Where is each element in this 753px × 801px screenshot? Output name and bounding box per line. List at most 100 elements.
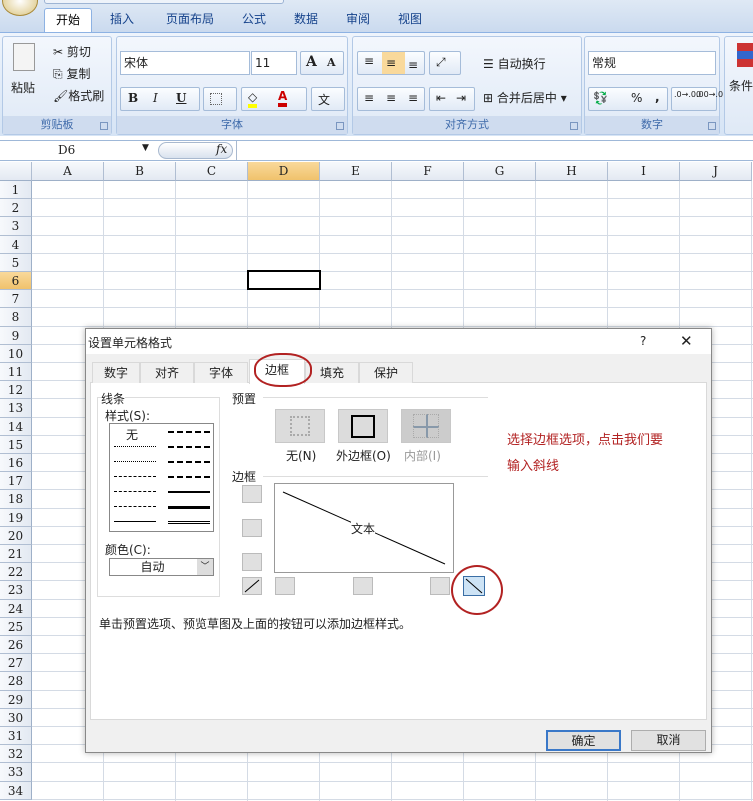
line-style-option[interactable] xyxy=(114,446,156,447)
row-header-15[interactable]: 15 xyxy=(0,435,32,454)
currency-icon[interactable]: 💱 xyxy=(593,91,608,105)
row-header-18[interactable]: 18 xyxy=(0,490,32,509)
diagonal-up-button[interactable] xyxy=(242,577,262,595)
column-header-I[interactable]: I xyxy=(608,162,680,181)
row-header-19[interactable]: 19 xyxy=(0,508,32,527)
row-header-2[interactable]: 2 xyxy=(0,199,32,218)
top-border-button[interactable] xyxy=(242,485,262,503)
comma-button[interactable]: , xyxy=(655,90,660,104)
line-style-option[interactable] xyxy=(114,461,156,462)
chevron-down-icon[interactable]: ﹀ xyxy=(197,559,213,575)
vertical-align-buttons[interactable]: ≡ ≡ ≡ xyxy=(357,51,425,75)
column-header-F[interactable]: F xyxy=(392,162,464,181)
tab-data[interactable]: 数据 xyxy=(284,8,328,32)
ok-button[interactable]: 确定 xyxy=(546,730,621,751)
number-format-select[interactable]: 常规 xyxy=(588,51,716,75)
vertical-center-border-button[interactable] xyxy=(353,577,373,595)
font-color-icon[interactable]: A xyxy=(278,89,288,107)
row-header-31[interactable]: 31 xyxy=(0,727,32,746)
horizontal-align-buttons[interactable]: ≡ ≡ ≡ xyxy=(357,87,425,111)
column-header-J[interactable]: J xyxy=(680,162,752,181)
row-header-11[interactable]: 11 xyxy=(0,363,32,382)
line-style-option[interactable] xyxy=(168,521,210,524)
row-header-3[interactable]: 3 xyxy=(0,217,32,236)
line-style-option[interactable] xyxy=(114,521,156,522)
row-header-24[interactable]: 24 xyxy=(0,599,32,618)
italic-button[interactable]: I xyxy=(153,91,158,105)
column-header-G[interactable]: G xyxy=(464,162,536,181)
row-header-9[interactable]: 9 xyxy=(0,326,32,345)
line-style-option[interactable] xyxy=(168,461,210,463)
formula-input[interactable] xyxy=(236,141,753,160)
line-style-option[interactable] xyxy=(168,431,210,433)
line-style-option[interactable] xyxy=(168,506,210,509)
row-header-32[interactable]: 32 xyxy=(0,745,32,764)
row-header-12[interactable]: 12 xyxy=(0,381,32,400)
left-border-button[interactable] xyxy=(275,577,295,595)
row-header-13[interactable]: 13 xyxy=(0,399,32,418)
name-box-dropdown-icon[interactable]: ▼ xyxy=(142,143,149,153)
align-left-icon[interactable]: ≡ xyxy=(364,91,374,105)
column-header-H[interactable]: H xyxy=(536,162,608,181)
bottom-border-button[interactable] xyxy=(242,553,262,571)
tab-insert[interactable]: 插入 xyxy=(100,8,144,32)
tab-font[interactable]: 字体 xyxy=(194,362,248,383)
column-header-E[interactable]: E xyxy=(320,162,392,181)
select-all-corner[interactable] xyxy=(0,162,32,181)
row-header-23[interactable]: 23 xyxy=(0,581,32,600)
insert-function-icon[interactable]: fx xyxy=(216,142,227,156)
decrease-indent-icon[interactable]: ⇤ xyxy=(436,91,446,105)
tab-page-layout[interactable]: 页面布局 xyxy=(155,8,225,32)
preset-inside-button[interactable] xyxy=(401,409,451,443)
line-style-option[interactable] xyxy=(168,491,210,493)
line-style-option[interactable] xyxy=(114,506,156,507)
cut-button[interactable]: ✂ 剪切 xyxy=(53,43,91,60)
underline-button[interactable]: U xyxy=(176,91,186,105)
line-style-option[interactable] xyxy=(168,446,210,448)
row-header-7[interactable]: 7 xyxy=(0,290,32,309)
shrink-font-icon[interactable]: A xyxy=(327,56,336,69)
merge-center-button[interactable]: ⊞ 合并后居中 ▾ xyxy=(483,89,567,106)
preset-none-button[interactable] xyxy=(275,409,325,443)
dialog-launcher-icon[interactable] xyxy=(570,122,578,130)
tab-review[interactable]: 审阅 xyxy=(336,8,380,32)
row-header-17[interactable]: 17 xyxy=(0,472,32,491)
border-preview[interactable]: 文本 xyxy=(274,483,454,573)
line-style-option[interactable] xyxy=(114,491,156,492)
line-style-option[interactable] xyxy=(114,476,156,477)
column-header-C[interactable]: C xyxy=(176,162,248,181)
row-header-10[interactable]: 10 xyxy=(0,344,32,363)
align-center-icon[interactable]: ≡ xyxy=(386,91,396,105)
bottom-align-icon[interactable]: ≡ xyxy=(408,58,418,72)
row-header-33[interactable]: 33 xyxy=(0,763,32,782)
middle-border-button[interactable] xyxy=(242,519,262,537)
dialog-launcher-icon[interactable] xyxy=(100,122,108,130)
dialog-launcher-icon[interactable] xyxy=(708,122,716,130)
decrease-decimal-button[interactable]: .00→.0 xyxy=(696,90,723,100)
orientation-button[interactable]: ⤢ xyxy=(429,51,461,75)
row-header-8[interactable]: 8 xyxy=(0,308,32,327)
top-align-icon[interactable]: ≡ xyxy=(364,54,374,68)
row-header-26[interactable]: 26 xyxy=(0,636,32,655)
tab-fill[interactable]: 填充 xyxy=(305,362,359,383)
active-cell-d6[interactable] xyxy=(247,270,321,290)
indent-buttons[interactable]: ⇤ ⇥ xyxy=(429,87,475,111)
tab-formulas[interactable]: 公式 xyxy=(232,8,276,32)
grow-font-icon[interactable]: A xyxy=(306,54,317,70)
align-right-icon[interactable]: ≡ xyxy=(408,91,418,105)
row-header-29[interactable]: 29 xyxy=(0,690,32,709)
row-header-1[interactable]: 1 xyxy=(0,181,32,200)
tab-protection[interactable]: 保护 xyxy=(359,362,413,383)
row-header-28[interactable]: 28 xyxy=(0,672,32,691)
column-header-D[interactable]: D xyxy=(248,162,320,181)
row-header-22[interactable]: 22 xyxy=(0,563,32,582)
column-header-A[interactable]: A xyxy=(32,162,104,181)
grow-shrink-font-buttons[interactable]: AA xyxy=(300,51,344,75)
line-style-list[interactable]: 无 xyxy=(109,423,214,532)
tab-alignment[interactable]: 对齐 xyxy=(140,362,194,383)
percent-button[interactable]: % xyxy=(631,91,642,105)
format-painter-button[interactable]: 🖌格式刷 xyxy=(53,87,104,104)
row-header-27[interactable]: 27 xyxy=(0,654,32,673)
row-header-5[interactable]: 5 xyxy=(0,253,32,272)
close-button[interactable]: ✕ xyxy=(680,332,693,350)
